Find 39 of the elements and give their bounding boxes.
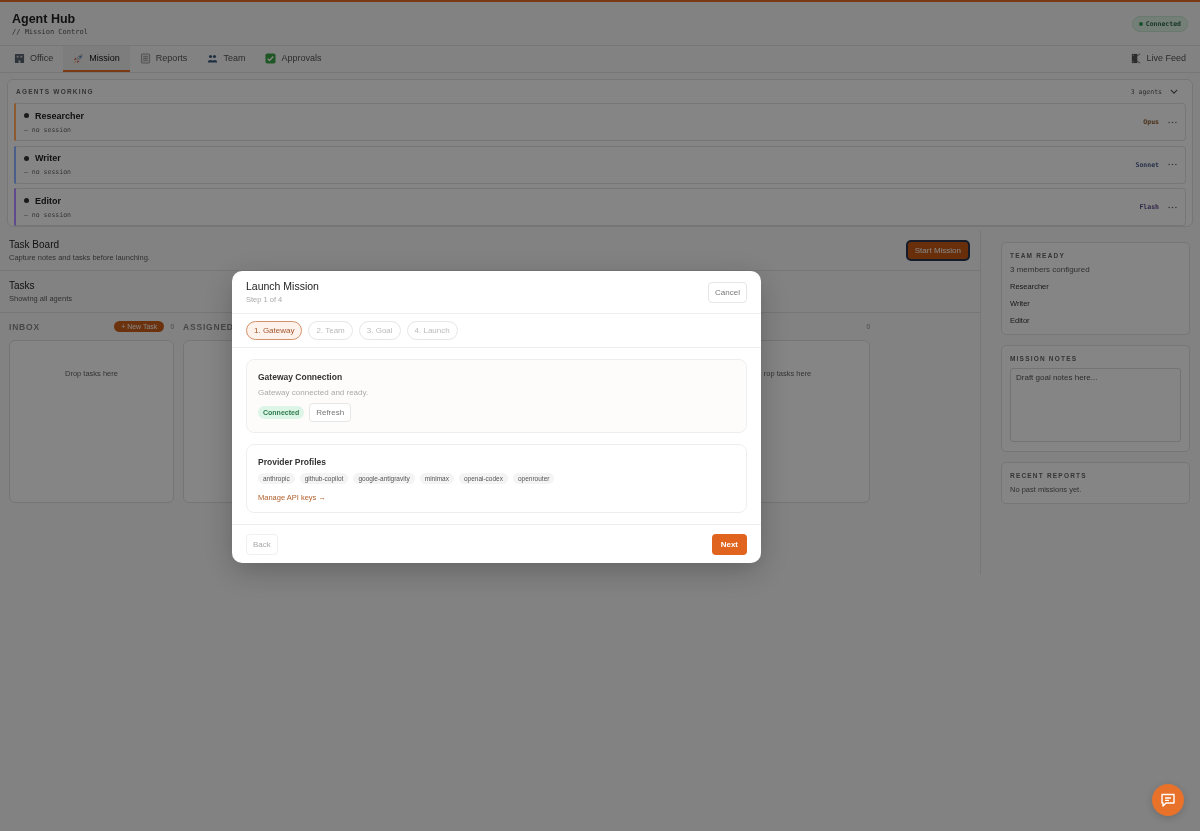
agent-name: Writer — [35, 153, 61, 163]
column-title: INBOX — [9, 321, 40, 332]
card-title: Gateway Connection — [258, 372, 344, 382]
more-icon[interactable] — [1168, 205, 1177, 209]
cancel-button[interactable]: Cancel — [708, 281, 747, 303]
section-title: Task Board — [9, 238, 60, 250]
nav-tab[interactable]: Office — [4, 46, 64, 72]
card-title: Provider Profiles — [258, 457, 328, 467]
refresh-button[interactable]: Refresh — [309, 403, 352, 422]
column-title: ASSIGNED — [183, 321, 234, 332]
next-button[interactable]: Next — [711, 533, 747, 555]
step-tab[interactable]: 1. Gateway — [246, 321, 303, 340]
app-title: Agent Hub — [12, 11, 77, 26]
more-icon[interactable] — [1168, 120, 1177, 124]
more-icon[interactable] — [1168, 163, 1177, 166]
document-icon — [139, 52, 151, 64]
check-icon — [265, 52, 277, 64]
agent-name: Researcher — [35, 110, 85, 121]
step-tab[interactable]: 2. Team — [308, 321, 353, 340]
notes-field[interactable]: Draft goal notes here... — [1010, 368, 1181, 442]
live-feed-tab[interactable]: Live Feed — [1120, 46, 1200, 72]
nav-tab[interactable]: Team — [197, 46, 256, 72]
people-icon — [207, 52, 219, 64]
status-dot — [24, 155, 29, 161]
card-description: Gateway connected and ready. — [258, 388, 370, 397]
start-mission-button[interactable]: Start Mission — [905, 239, 970, 261]
section-title: Tasks — [9, 280, 35, 291]
card-subtitle: 3 members configured — [1010, 265, 1091, 274]
chevron-icon[interactable] — [1170, 89, 1178, 94]
nav-tab[interactable]: Reports — [129, 46, 198, 72]
status-dot — [24, 198, 29, 203]
nav-tab[interactable]: Mission — [63, 46, 130, 72]
dialog-title: Launch Mission — [246, 280, 319, 292]
step-tab[interactable]: 4. Launch — [406, 321, 458, 340]
nav-tab[interactable]: Approvals — [255, 46, 332, 72]
status-dot — [24, 113, 29, 118]
agent-name: Editor — [35, 195, 61, 206]
chat-icon — [1160, 792, 1176, 808]
building-icon — [14, 52, 25, 64]
